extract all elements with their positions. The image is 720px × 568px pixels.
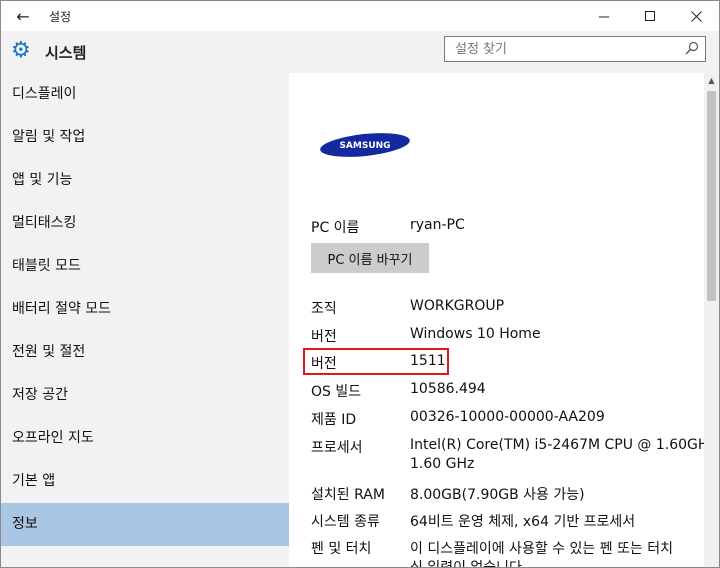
window-controls	[581, 1, 719, 31]
sidebar-item-offline-maps[interactable]: 오프라인 지도	[1, 417, 289, 460]
os-build-label: OS 빌드	[311, 384, 362, 400]
sidebar: 디스플레이 알림 및 작업 앱 및 기능 멀티태스킹 태블릿 모드 배터리 절약…	[1, 73, 289, 567]
processor-speed-value: 1.60 GHz	[410, 456, 475, 472]
sidebar-item-storage[interactable]: 저장 공간	[1, 374, 289, 417]
pen-touch-label: 펜 및 터치	[311, 541, 372, 557]
back-button[interactable]: ←	[1, 1, 45, 31]
close-icon	[690, 10, 702, 22]
window-title: 설정	[49, 9, 72, 24]
ram-label: 설치된 RAM	[311, 487, 385, 503]
product-id-label: 제품 ID	[311, 412, 357, 428]
sidebar-item-notifications[interactable]: 알림 및 작업	[1, 116, 289, 159]
system-type-label: 시스템 종류	[311, 514, 380, 530]
sidebar-item-multitasking[interactable]: 멀티태스킹	[1, 202, 289, 245]
sidebar-item-tablet-mode[interactable]: 태블릿 모드	[1, 245, 289, 288]
organization-value: WORKGROUP	[410, 298, 505, 314]
scroll-up-arrow-icon[interactable]: ▲	[704, 73, 719, 88]
about-panel: SAMSUNG PC 이름 ryan-PC PC 이름 바꾸기 조직 WORKG…	[289, 73, 704, 567]
search-box[interactable]	[444, 36, 706, 62]
minimize-button[interactable]	[581, 1, 627, 31]
sidebar-item-apps[interactable]: 앱 및 기능	[1, 159, 289, 202]
product-id-value: 00326-10000-00000-AA209	[410, 409, 605, 425]
organization-label: 조직	[311, 301, 337, 317]
samsung-logo: SAMSUNG	[320, 133, 410, 157]
pc-name-value: ryan-PC	[410, 217, 465, 233]
system-type-value: 64비트 운영 체제, x64 기반 프로세서	[410, 514, 636, 530]
pen-touch-value-line2: 식 입력이 없습니다.	[410, 557, 526, 567]
maximize-button[interactable]	[627, 1, 673, 31]
back-arrow-icon: ←	[16, 6, 30, 26]
edition-value: Windows 10 Home	[410, 326, 541, 342]
sidebar-item-about[interactable]: 정보	[1, 503, 289, 546]
vertical-scrollbar[interactable]: ▲	[704, 73, 719, 567]
svg-text:SAMSUNG: SAMSUNG	[339, 141, 390, 151]
minimize-icon	[598, 16, 609, 17]
sidebar-item-battery-saver[interactable]: 배터리 절약 모드	[1, 288, 289, 331]
rename-pc-button[interactable]: PC 이름 바꾸기	[311, 243, 429, 273]
pen-touch-value: 이 디스플레이에 사용할 수 있는 펜 또는 터치	[410, 541, 673, 557]
page-title: 시스템	[45, 44, 87, 62]
version-label: 버전	[311, 356, 337, 372]
close-button[interactable]	[673, 1, 719, 31]
ram-value: 8.00GB(7.90GB 사용 가능)	[410, 487, 585, 503]
scrollbar-thumb[interactable]	[707, 91, 716, 301]
os-build-value: 10586.494	[410, 381, 486, 397]
gear-icon: ⚙	[11, 38, 31, 63]
version-value: 1511	[410, 353, 446, 369]
processor-label: 프로세서	[311, 440, 363, 456]
settings-header: ⚙ 시스템	[1, 31, 719, 73]
maximize-icon	[644, 10, 655, 21]
search-icon[interactable]	[685, 41, 699, 55]
settings-window: ← 설정 ⚙ 시스템 디스플레이 알림 및 작업 앱 및	[0, 0, 720, 568]
sidebar-item-power-sleep[interactable]: 전원 및 절전	[1, 331, 289, 374]
sidebar-item-display[interactable]: 디스플레이	[1, 73, 289, 116]
search-input[interactable]	[445, 37, 675, 61]
edition-label: 버전	[311, 329, 337, 345]
title-bar: ← 설정	[1, 1, 719, 31]
processor-value: Intel(R) Core(TM) i5-2467M CPU @ 1.60GHz	[410, 437, 704, 453]
pc-name-label: PC 이름	[311, 220, 360, 236]
sidebar-item-default-apps[interactable]: 기본 앱	[1, 460, 289, 503]
